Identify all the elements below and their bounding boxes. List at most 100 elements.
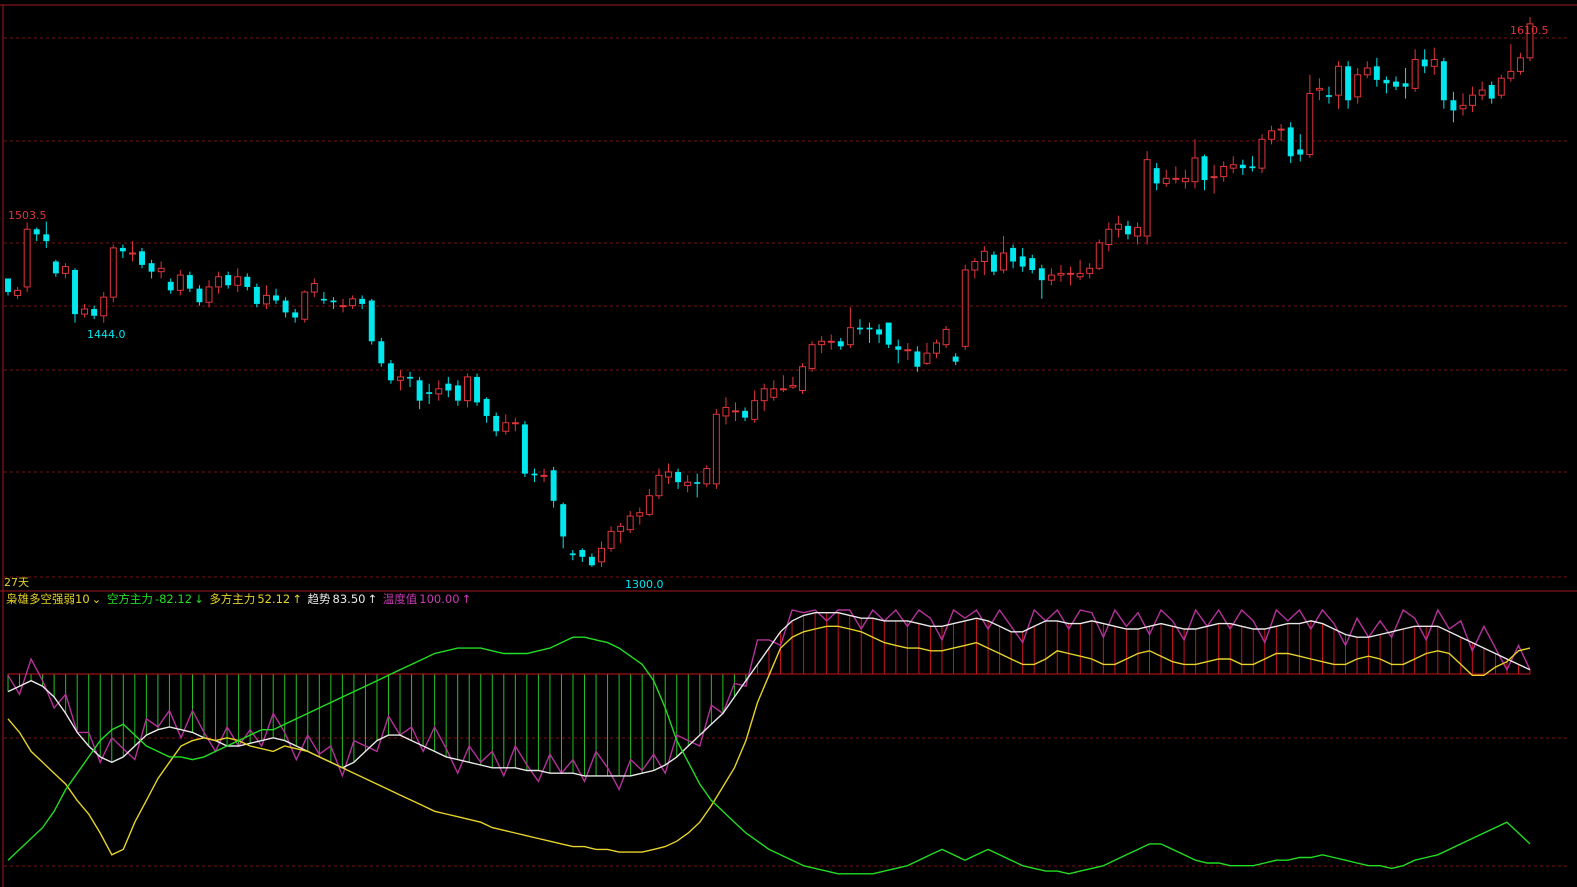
candle-body-up [636, 512, 644, 517]
candle-body-down [119, 247, 126, 252]
candle-body-down [560, 504, 567, 537]
candle-body-up [1143, 159, 1151, 237]
candle-body-up [1114, 223, 1122, 230]
candlestick-series[interactable] [5, 17, 1534, 567]
candle-body-up [1516, 57, 1524, 72]
period-label: 27天 [4, 576, 29, 589]
trend-arrow-icon: ↑ [367, 592, 378, 606]
candle-body-down [320, 298, 327, 301]
candle-body-up [1507, 70, 1515, 79]
chevron-down-icon[interactable]: ⌄ [92, 592, 102, 606]
candle-body-up [1057, 272, 1065, 276]
candle-body-down [148, 263, 155, 272]
candle-body-up [1277, 128, 1285, 131]
candle-body-up [1497, 77, 1505, 96]
candle-body-up [1459, 104, 1467, 110]
candle-body-up [1268, 130, 1276, 140]
candle-body-up [1000, 252, 1007, 271]
candle-body-down [1297, 149, 1304, 155]
candle-body-down [72, 269, 78, 315]
candle-body-down [91, 309, 98, 316]
candle-body-down [1201, 156, 1208, 181]
candle-body-down [579, 550, 586, 557]
candle-body-down [1010, 247, 1017, 262]
candle-body-up [818, 340, 826, 346]
candle-body-up [665, 471, 672, 478]
candle-body-down [531, 473, 538, 476]
candle-body-up [157, 267, 165, 273]
candle-body-down [5, 278, 11, 293]
temp-label: 温度值 [382, 592, 418, 606]
candle-body-down [1124, 225, 1131, 235]
candle-body-down [43, 234, 50, 242]
candle-body-down [368, 300, 375, 342]
bull-arrow-icon: ↑ [292, 592, 302, 606]
candle-body-down [407, 376, 414, 379]
candle-body-up [961, 269, 969, 347]
candle-body-down [675, 471, 682, 483]
candle-body-down [33, 229, 40, 235]
candle-body-up [128, 252, 136, 255]
candle-body-down [521, 424, 528, 474]
candle-body-down [952, 356, 959, 362]
candle-body-up [684, 481, 692, 487]
candle-body-down [378, 341, 385, 364]
candle-body-up [109, 247, 117, 298]
candle-body-down [454, 385, 461, 401]
price-high-right-label: 1610.5 [1510, 24, 1549, 37]
candle-body-up [1086, 267, 1094, 274]
candle-body-up [626, 515, 634, 531]
candle-body-up [760, 388, 768, 402]
candle-body-up [789, 384, 797, 388]
candle-body-up [712, 413, 720, 485]
candle-body-down [1326, 95, 1332, 97]
candle-body-down [885, 322, 892, 345]
candle-body-up [1105, 228, 1113, 246]
candle-body-down [426, 392, 433, 394]
candle-body-up [1469, 94, 1477, 106]
candle-body-down [895, 346, 902, 350]
candle-body-up [751, 400, 759, 420]
temp-value: 100.00 [419, 592, 460, 606]
candle-body-down [1287, 127, 1294, 157]
candle-body-down [1029, 258, 1036, 270]
bull-label: 多方主力 [209, 592, 256, 606]
candle-body-up [464, 376, 471, 402]
candle-body-up [301, 291, 309, 320]
candle-body-down [588, 556, 595, 566]
candle-body-up [1354, 74, 1362, 98]
candle-body-down [1373, 66, 1380, 80]
candle-body-down [282, 300, 289, 313]
indicator-histogram [7, 612, 1531, 776]
candle-body-up [339, 305, 347, 308]
candle-body-up [1095, 242, 1103, 269]
candle-body-down [856, 327, 863, 330]
temperature-line [7, 608, 1531, 792]
candle-body-up [779, 388, 787, 391]
candle-body-up [435, 388, 443, 395]
candle-body-up [1306, 92, 1314, 156]
candle-body-up [980, 250, 988, 262]
candle-body-down [1038, 268, 1045, 281]
candle-body-down [1249, 166, 1256, 169]
candle-body-up [1162, 177, 1170, 184]
trend-line [7, 612, 1531, 777]
candle-body-down [253, 286, 260, 304]
candle-body-down [139, 251, 145, 265]
candle-body-up [176, 274, 184, 291]
candle-body-up [205, 286, 213, 303]
candle-body-up [502, 422, 510, 432]
candle-body-down [1239, 164, 1246, 169]
candle-body-up [971, 260, 979, 271]
candle-body-up [846, 327, 854, 346]
candle-body-down [569, 553, 576, 556]
candle-body-up [904, 349, 912, 352]
candle-body-up [1430, 59, 1438, 67]
candle-body-up [607, 530, 615, 549]
indicator-name[interactable]: 枭雄多空强弱10 [6, 592, 90, 606]
candle-body-up [262, 294, 270, 305]
trend-value: 83.50 [332, 592, 366, 606]
candle-body-up [23, 228, 31, 288]
candle-body-down [196, 288, 203, 303]
candle-body-down [1345, 66, 1352, 101]
